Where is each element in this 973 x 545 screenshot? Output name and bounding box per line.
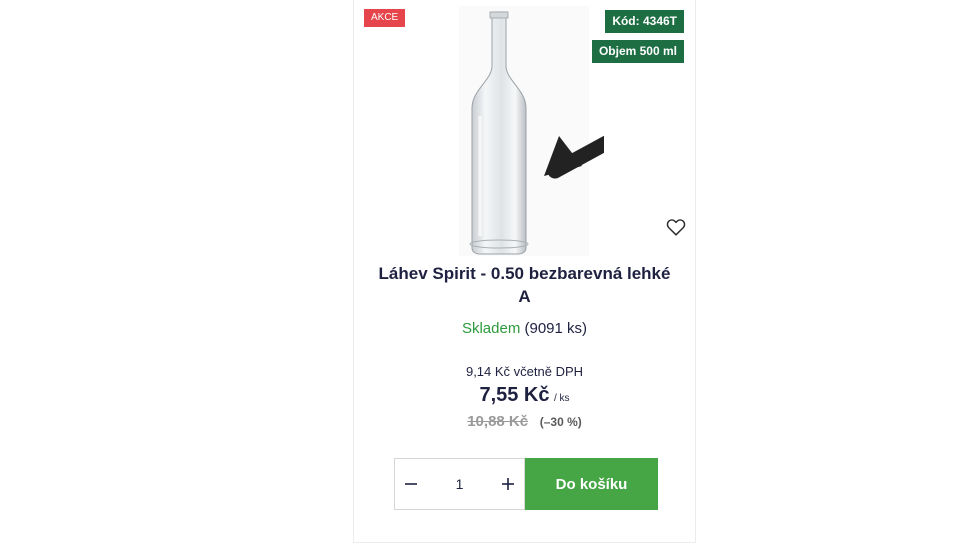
heart-outline-icon bbox=[666, 219, 686, 236]
stock-status: Skladem bbox=[461, 320, 521, 337]
old-price-row: 10,88 Kč (–30 %) bbox=[354, 413, 695, 430]
decrease-quantity-button[interactable] bbox=[395, 459, 427, 509]
old-price: 10,88 Kč bbox=[467, 413, 529, 430]
price: 7,55 Kč bbox=[479, 384, 550, 406]
add-to-cart-button[interactable]: Do košíku bbox=[525, 458, 658, 510]
product-card: AKCE Kód: 4346T Objem 500 ml Láhev Spiri… bbox=[353, 0, 696, 543]
sale-badge: AKCE bbox=[364, 9, 406, 27]
quantity-input[interactable] bbox=[427, 459, 492, 509]
volume-badge: Objem 500 ml bbox=[591, 40, 684, 63]
minus-icon bbox=[405, 483, 417, 485]
quantity-stepper bbox=[394, 458, 525, 510]
price-unit: / ks bbox=[553, 393, 570, 404]
plus-icon bbox=[502, 478, 514, 490]
increase-quantity-button[interactable] bbox=[492, 459, 524, 509]
price-row: 7,55 Kč / ks bbox=[354, 384, 695, 407]
stock-quantity: (9091 ks) bbox=[524, 320, 588, 337]
product-code-badge: Kód: 4346T bbox=[605, 10, 684, 33]
wishlist-button[interactable] bbox=[665, 216, 687, 238]
product-image[interactable] bbox=[444, 6, 604, 256]
product-title[interactable]: Láhev Spirit - 0.50 bezbarevná lehké A bbox=[374, 262, 675, 308]
price-with-vat: 9,14 Kč včetně DPH bbox=[465, 364, 584, 379]
discount-percent: (–30 %) bbox=[539, 415, 582, 429]
stock-info: Skladem (9091 ks) bbox=[354, 320, 695, 337]
